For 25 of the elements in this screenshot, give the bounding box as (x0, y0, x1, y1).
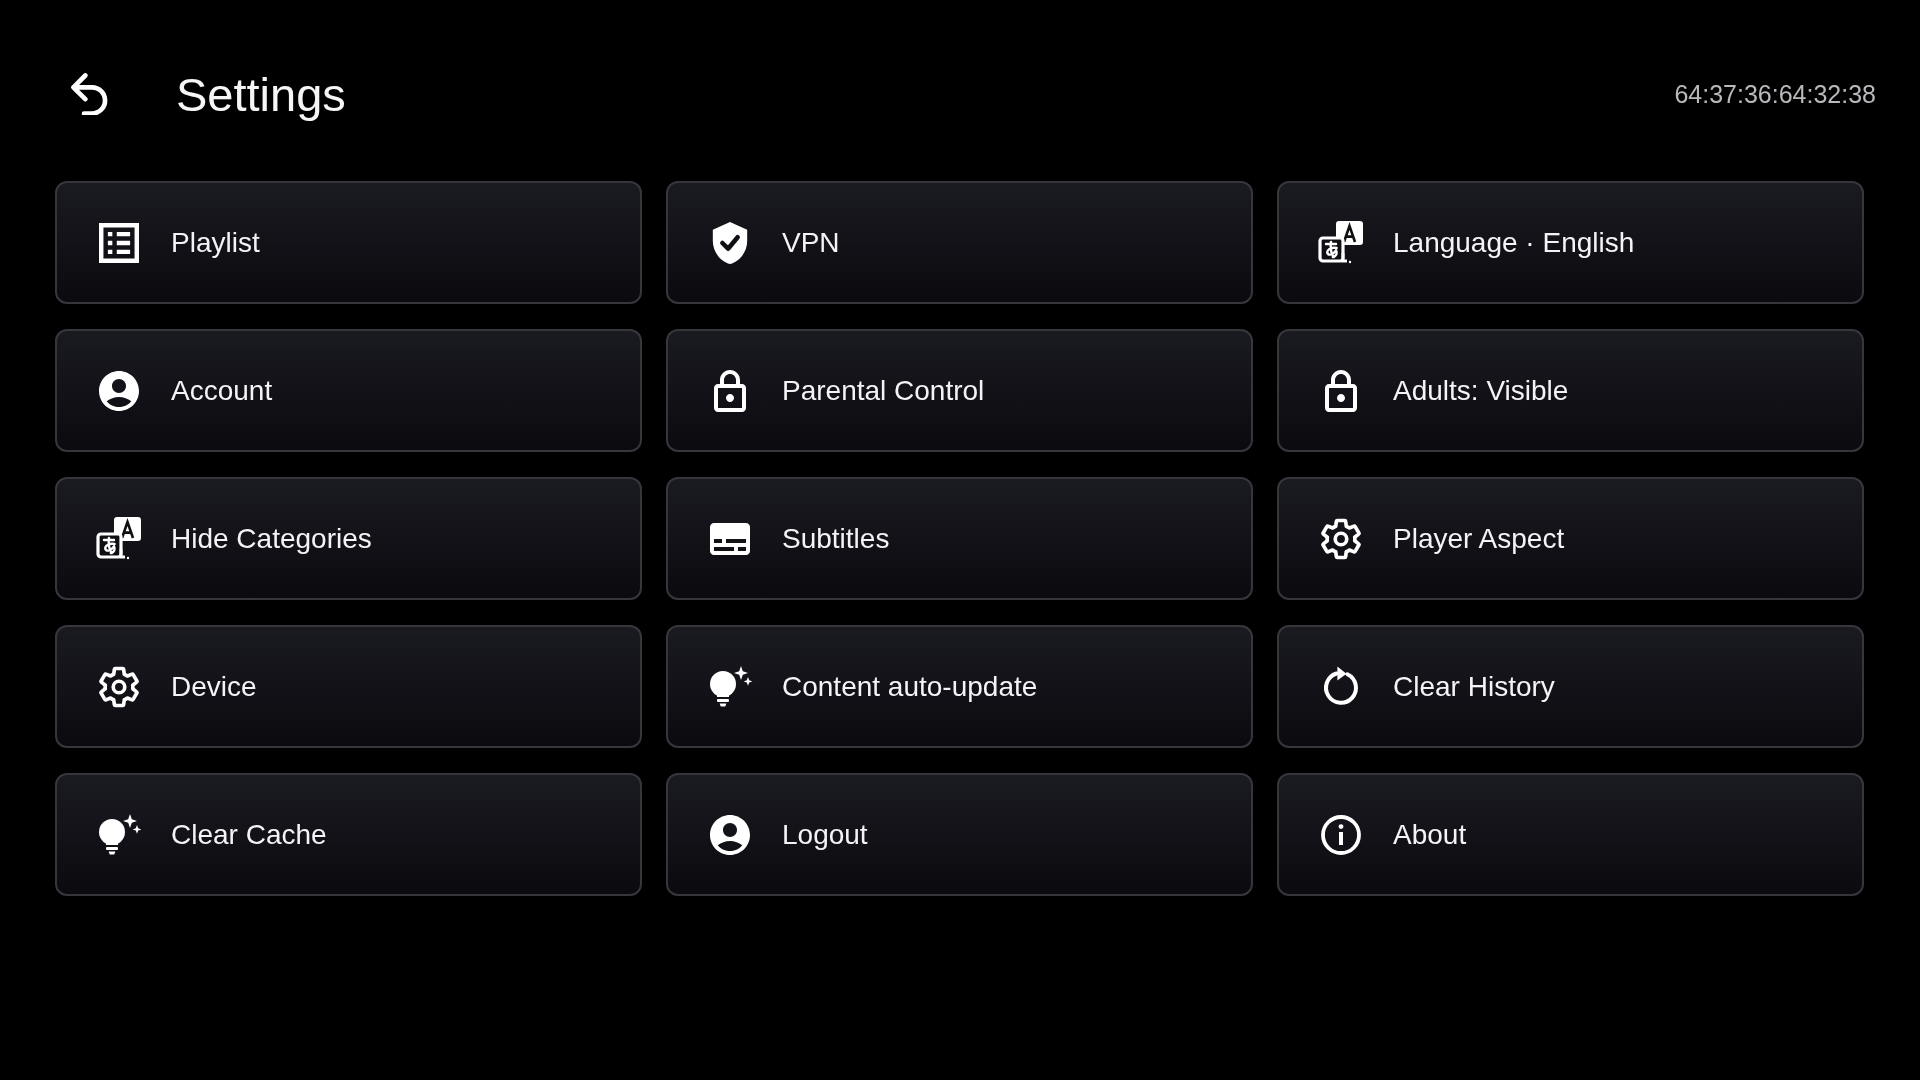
settings-tile[interactable]: Language · English (1277, 181, 1864, 304)
settings-tile[interactable]: Clear Cache (55, 773, 642, 896)
page-title: Settings (176, 66, 346, 122)
settings-tile[interactable]: Playlist (55, 181, 642, 304)
info-icon (1321, 813, 1361, 856)
settings-tile[interactable]: Account (55, 329, 642, 452)
clock-text: 64:37:36:64:32:38 (1674, 79, 1876, 109)
settings-tile[interactable]: Player Aspect (1277, 477, 1864, 600)
list-icon (99, 221, 139, 264)
settings-tile[interactable]: Hide Categories (55, 477, 642, 600)
settings-tile[interactable]: Subtitles (666, 477, 1253, 600)
settings-tile[interactable]: Adults: Visible (1277, 329, 1864, 452)
settings-tile[interactable]: Parental Control (666, 329, 1253, 452)
gear-icon (99, 665, 139, 708)
settings-tile[interactable]: Clear History (1277, 625, 1864, 748)
settings-tile[interactable]: Device (55, 625, 642, 748)
shield-check-icon (710, 221, 750, 264)
settings-tile[interactable]: VPN (666, 181, 1253, 304)
account-icon (99, 369, 139, 412)
circular-arrow-icon (1321, 665, 1361, 708)
gear-icon (1321, 517, 1361, 560)
settings-tile[interactable]: Logout (666, 773, 1253, 896)
settings-tile[interactable]: Content auto-update (666, 625, 1253, 748)
settings-tile[interactable]: About (1277, 773, 1864, 896)
account-icon (710, 813, 750, 856)
